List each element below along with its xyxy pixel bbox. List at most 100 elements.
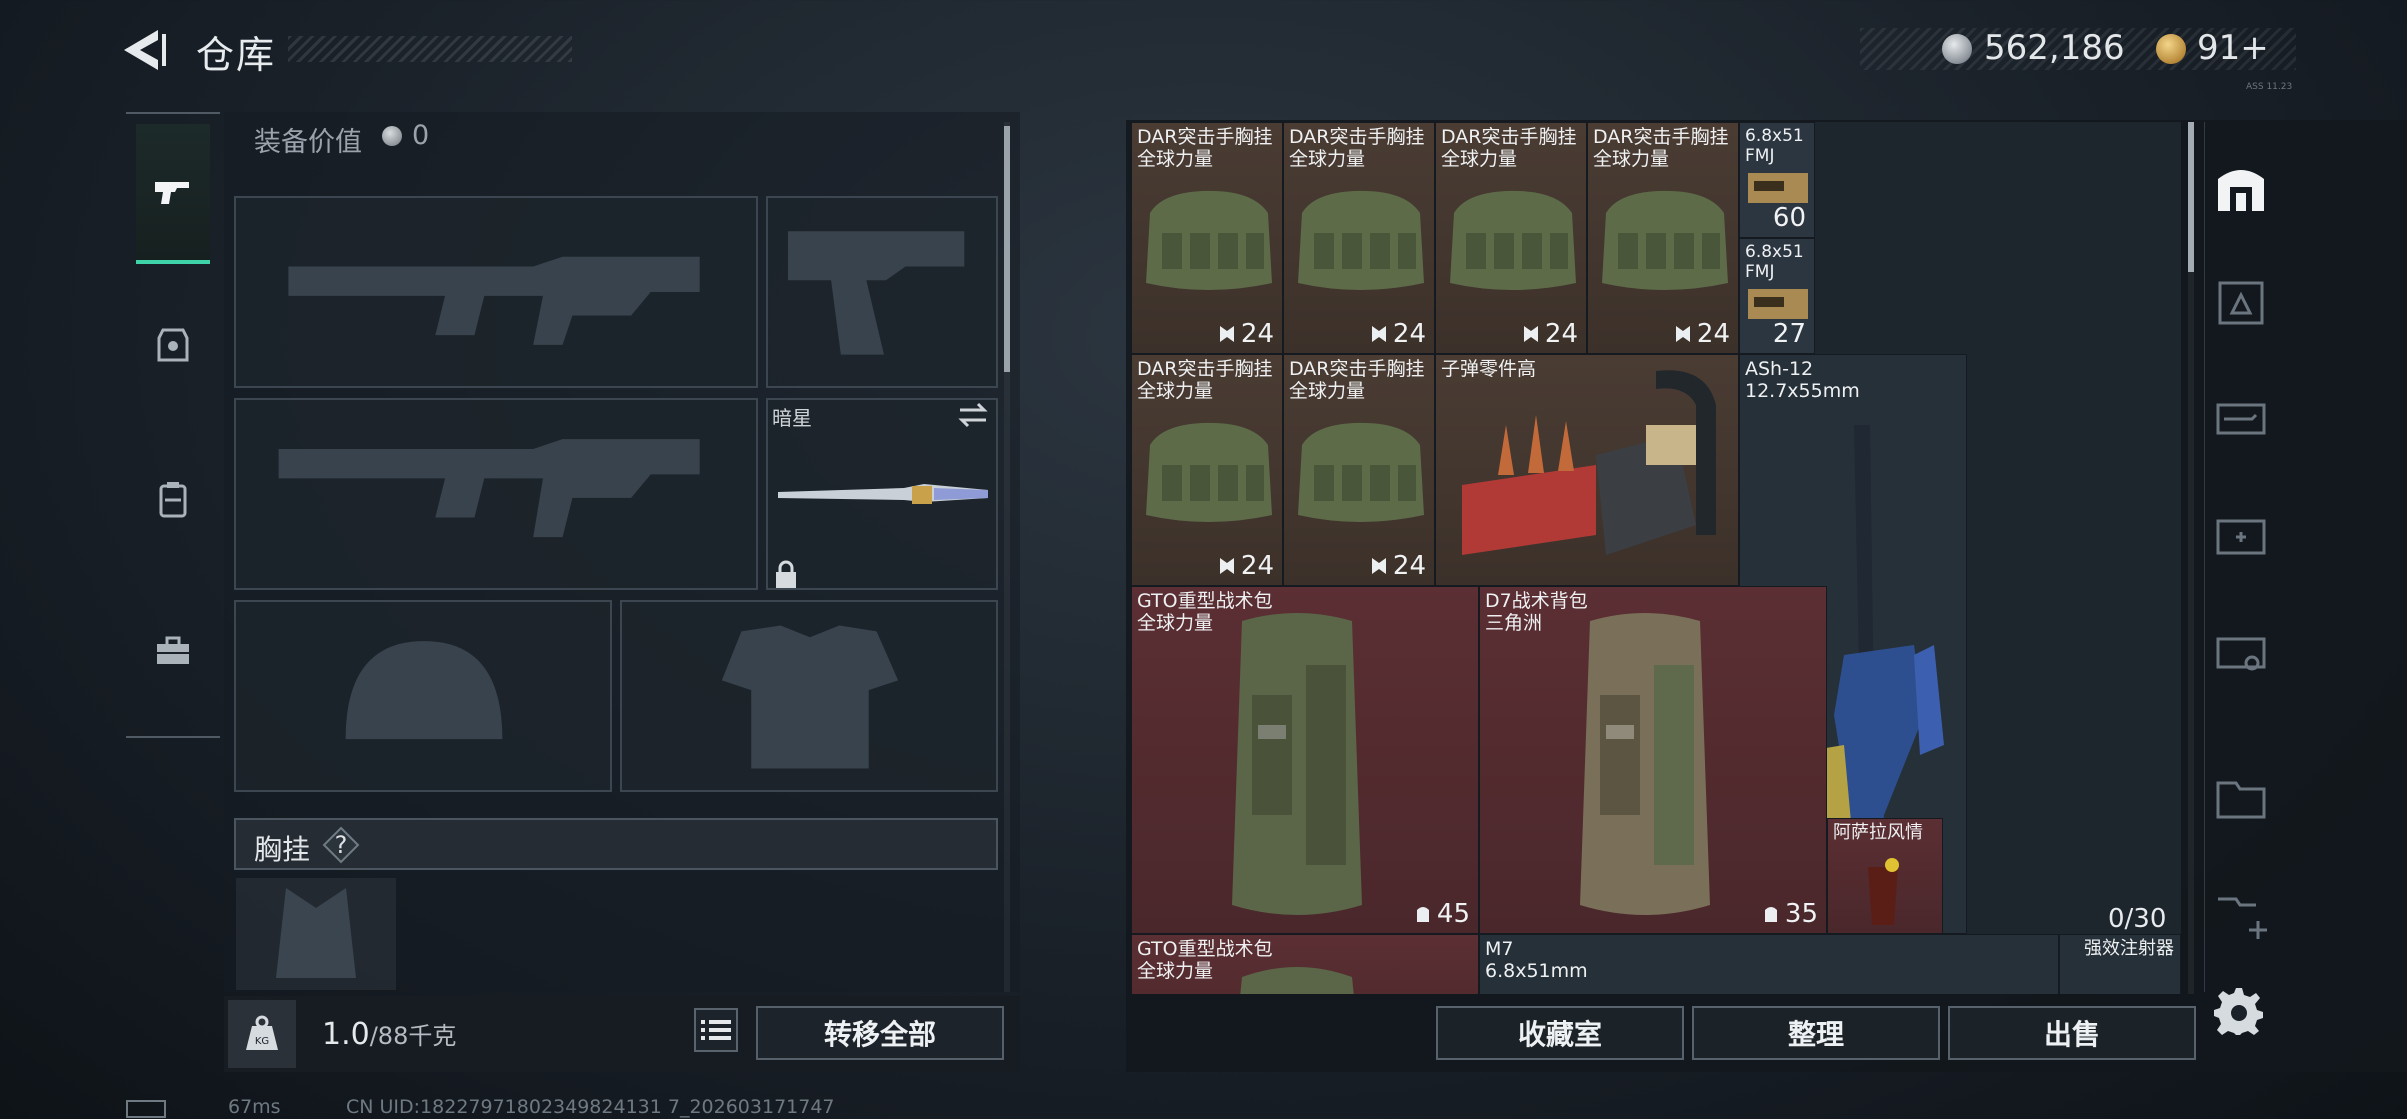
- ping-text: 67ms: [228, 1096, 281, 1118]
- helmet-silhouette-icon: [345, 641, 503, 740]
- ammo-count: 27: [1772, 319, 1806, 349]
- armor-slot[interactable]: [620, 600, 998, 792]
- coupon-amount[interactable]: 91+: [2197, 28, 2269, 68]
- uid-text: CN UID:18227971802349824131 7_2026031717…: [346, 1096, 835, 1118]
- stash-item[interactable]: DAR突击手胸挂 全球力量 24: [1435, 122, 1587, 354]
- item-name: DAR突击手胸挂 全球力量: [1289, 358, 1425, 402]
- vest-icon: [159, 482, 187, 518]
- back-arrow-icon[interactable]: [118, 26, 172, 74]
- durability-count: 24: [1217, 319, 1274, 349]
- list-icon: [701, 1020, 731, 1040]
- stash-item[interactable]: GTO重型战术包 全球力量 45: [1131, 586, 1479, 934]
- title-stripe-decoration: [288, 36, 572, 62]
- weight-icon: KG: [228, 1000, 296, 1068]
- equip-value: 0: [412, 120, 430, 151]
- organize-button[interactable]: 整理: [1692, 1006, 1940, 1060]
- stash-tab-expansion-2[interactable]: [2206, 368, 2276, 468]
- backpack-small-icon: [1764, 907, 1777, 922]
- armor-icon: [157, 328, 189, 362]
- stash-item[interactable]: 6.8x51 FMJ 27: [1739, 238, 1815, 354]
- swap-icon[interactable]: [956, 400, 990, 430]
- bullet-parts-icon: [1462, 370, 1716, 555]
- rifle-silhouette-icon: [288, 256, 700, 345]
- chest-rig-icon: [1298, 422, 1424, 522]
- value-coin-icon: [382, 126, 402, 146]
- page-title: 仓库: [196, 33, 277, 77]
- item-name: DAR突击手胸挂 全球力量: [1289, 126, 1425, 170]
- item-name: DAR突击手胸挂 全球力量: [1137, 358, 1273, 402]
- coupon-icon: [2156, 34, 2186, 64]
- durability-count: 24: [1521, 319, 1578, 349]
- chest-rig-icon: [1146, 190, 1272, 290]
- add-folder-icon: [2218, 897, 2267, 939]
- stash-item[interactable]: DAR突击手胸挂 全球力量 24: [1131, 122, 1283, 354]
- nav-backpack-tab[interactable]: [136, 430, 210, 570]
- item-name: 阿萨拉风情: [1833, 822, 1923, 843]
- item-name: DAR突击手胸挂 全球力量: [1593, 126, 1729, 170]
- item-name: ASh-12 12.7x55mm: [1745, 358, 1860, 402]
- transfer-all-button[interactable]: 转移全部: [756, 1006, 1004, 1060]
- stash-item[interactable]: 6.8x51 FMJ 60: [1739, 122, 1815, 238]
- durability-icon: [1675, 326, 1690, 342]
- stash-item[interactable]: D7战术背包 三角洲 35: [1479, 586, 1827, 934]
- durability-count: 24: [1369, 319, 1426, 349]
- stash-item[interactable]: DAR突击手胸挂 全球力量 24: [1283, 354, 1435, 586]
- collection-button[interactable]: 收藏室: [1436, 1006, 1684, 1060]
- chest-rig-icon: [1450, 190, 1576, 290]
- stash-item[interactable]: GTO重型战术包 全球力量: [1131, 934, 1479, 994]
- weight-text: 1.0/88千克: [322, 1017, 457, 1052]
- pistol-slot[interactable]: [766, 196, 998, 388]
- hafu-coin-icon: [1942, 34, 1972, 64]
- rig-silhouette-icon: [276, 888, 356, 978]
- stash-scroll-thumb[interactable]: [2188, 122, 2194, 272]
- settings-gear-icon[interactable]: [2214, 986, 2264, 1036]
- nav-weapons-tab[interactable]: [136, 124, 210, 264]
- stash-grid: DAR突击手胸挂 全球力量 24 DAR突击手胸挂 全球力量 24 DAR突击手…: [1131, 122, 2181, 994]
- chest-rig-label: 胸挂: [254, 833, 311, 866]
- stash-item[interactable]: DAR突击手胸挂 全球力量 24: [1283, 122, 1435, 354]
- ammo-case-icon: [2216, 637, 2266, 671]
- equipment-scroll-thumb[interactable]: [1004, 126, 1010, 372]
- durability-icon: [1219, 326, 1234, 342]
- stash-tab-expansion-3[interactable]: [2206, 484, 2276, 584]
- item-name: M7 6.8x51mm: [1485, 938, 1588, 982]
- stash-tab-expansion-4[interactable]: [2206, 600, 2276, 700]
- sell-button[interactable]: 出售: [1948, 1006, 2196, 1060]
- helmet-slot[interactable]: [234, 600, 612, 792]
- durability-icon: [1523, 326, 1538, 342]
- pistol-icon: [155, 182, 189, 204]
- pistol-silhouette-icon: [788, 231, 965, 355]
- list-view-button[interactable]: [694, 1008, 738, 1052]
- svg-text:KG: KG: [255, 1036, 269, 1047]
- chest-rig-slot[interactable]: [236, 878, 396, 990]
- battery-icon: [126, 1100, 166, 1118]
- durability-count: 24: [1673, 319, 1730, 349]
- chest-rig-icon: [1146, 422, 1272, 522]
- help-glyph: ?: [334, 831, 348, 859]
- stash-item[interactable]: 阿萨拉风情: [1827, 818, 1943, 934]
- stash-tab-add[interactable]: [2206, 864, 2276, 964]
- ammo-box-icon: [1748, 289, 1808, 319]
- nav-case-tab[interactable]: [136, 582, 210, 722]
- stash-tab-expansion-5[interactable]: [2206, 748, 2276, 848]
- stash-item[interactable]: 强效注射器: [2059, 934, 2181, 994]
- stash-item[interactable]: DAR突击手胸挂 全球力量 24: [1131, 354, 1283, 586]
- stash-tab-main[interactable]: [2206, 136, 2276, 236]
- nav-helmet-tab[interactable]: [136, 276, 210, 416]
- durability-icon: [1219, 558, 1234, 574]
- primary-weapon-slot[interactable]: [234, 196, 758, 388]
- stash-item[interactable]: DAR突击手胸挂 全球力量 24: [1587, 122, 1739, 354]
- secondary-weapon-slot[interactable]: [234, 398, 758, 590]
- stash-tab-expansion-1[interactable]: [2206, 252, 2276, 352]
- ammo-count: 60: [1772, 203, 1806, 233]
- melee-name: 暗星: [772, 406, 812, 430]
- medical-case-icon: [2216, 519, 2266, 555]
- durability-icon: [1371, 558, 1386, 574]
- stash-item[interactable]: M7 6.8x51mm: [1479, 934, 2059, 994]
- item-name: 6.8x51 FMJ: [1745, 126, 1804, 166]
- money-amount: 562,186: [1984, 28, 2125, 68]
- item-name: DAR突击手胸挂 全球力量: [1441, 126, 1577, 170]
- stash-item[interactable]: 子弹零件高: [1435, 354, 1739, 586]
- durability-icon: [1371, 326, 1386, 342]
- durability-count: 24: [1217, 551, 1274, 581]
